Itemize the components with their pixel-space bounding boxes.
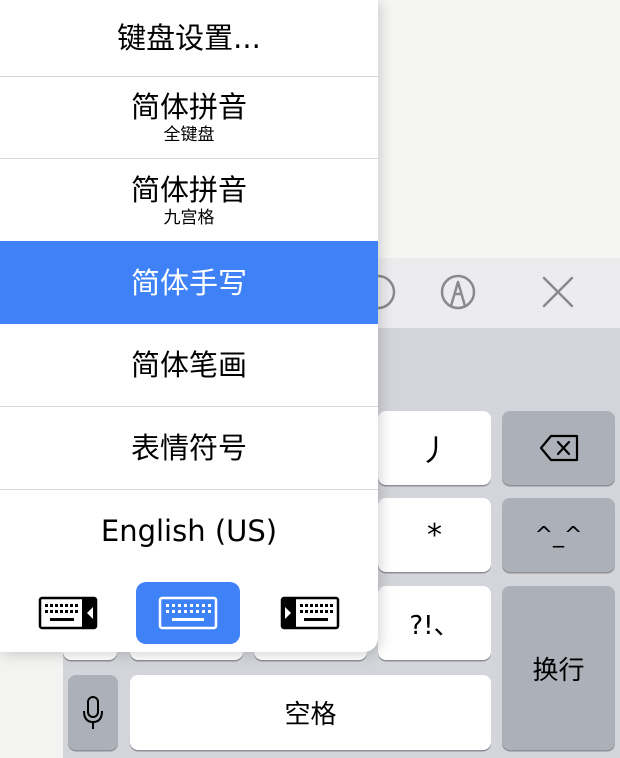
- key-asterisk[interactable]: *: [378, 498, 491, 572]
- menu-item-pinyin-qwerty[interactable]: 简体拼音 全键盘: [0, 76, 378, 159]
- keyboard-full-button[interactable]: [136, 582, 240, 644]
- key-punctuation[interactable]: ?!、: [378, 586, 491, 660]
- menu-item-stroke[interactable]: 简体笔画: [0, 324, 378, 407]
- menu-item-handwriting[interactable]: 简体手写: [0, 241, 378, 324]
- key-emoticon[interactable]: ^_^: [502, 498, 615, 572]
- markup-pen-icon[interactable]: [436, 270, 480, 314]
- keyboard-left-icon: [38, 596, 98, 630]
- key-stroke-pie[interactable]: 丿: [378, 411, 491, 485]
- input-method-menu: 键盘设置... 简体拼音 全键盘 简体拼音 九宫格 简体手写 简体笔画 表情符号…: [0, 0, 378, 652]
- keyboard-left-button[interactable]: [16, 582, 120, 644]
- menu-item-keyboard-settings[interactable]: 键盘设置...: [0, 0, 378, 77]
- menu-item-emoji[interactable]: 表情符号: [0, 407, 378, 490]
- delete-key[interactable]: [502, 411, 615, 485]
- keyboard-right-icon: [280, 596, 340, 630]
- space-key[interactable]: 空格: [130, 675, 491, 750]
- menu-item-pinyin-9key[interactable]: 简体拼音 九宫格: [0, 159, 378, 242]
- menu-item-english-us[interactable]: English (US): [0, 490, 378, 572]
- close-icon[interactable]: [536, 270, 580, 314]
- return-key[interactable]: 换行: [502, 586, 615, 750]
- dictation-key[interactable]: [68, 675, 118, 750]
- keyboard-full-icon: [158, 596, 218, 630]
- keyboard-right-button[interactable]: [258, 582, 362, 644]
- microphone-icon: [83, 695, 103, 729]
- backspace-icon: [539, 434, 578, 462]
